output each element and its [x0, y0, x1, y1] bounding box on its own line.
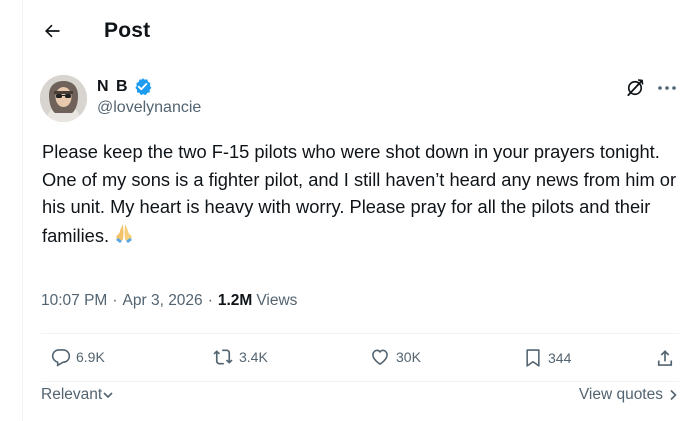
- reply-icon: [51, 349, 71, 367]
- page-title: Post: [104, 19, 151, 42]
- back-button[interactable]: [35, 14, 69, 48]
- avatar[interactable]: [40, 75, 87, 122]
- repost-count: 3.4K: [239, 349, 268, 365]
- verified-badge-icon: [135, 78, 152, 96]
- meta-separator-1: ·: [112, 292, 118, 309]
- post-paragraph-1: Please keep the two F-15 pilots who were…: [42, 141, 660, 162]
- arrow-left-icon: [45, 24, 60, 38]
- post-paragraph-2-text: One of my sons is a fighter pilot, and I…: [42, 168, 677, 246]
- sort-dropdown[interactable]: Relevant: [41, 386, 114, 404]
- divider-bottom: [41, 381, 679, 382]
- page-header: Post: [23, 0, 696, 64]
- bookmark-button[interactable]: 344: [523, 347, 571, 369]
- sort-label: Relevant: [41, 386, 103, 403]
- like-count: 30K: [396, 349, 421, 365]
- repost-icon: [213, 349, 233, 365]
- view-quotes-link[interactable]: View quotes: [579, 386, 679, 404]
- share-button[interactable]: [655, 347, 675, 369]
- author-display-name[interactable]: N B: [97, 78, 129, 96]
- grok-icon[interactable]: [624, 77, 646, 99]
- replies-toolbar: Relevant View quotes: [41, 386, 679, 408]
- post-time[interactable]: 10:07 PM: [41, 292, 107, 310]
- avatar-image: [40, 75, 87, 122]
- repost-button[interactable]: 3.4K: [212, 347, 268, 367]
- author-handle[interactable]: @lovelynancie: [97, 99, 201, 117]
- divider-top: [41, 333, 679, 334]
- action-bar: 6.9K 3.4K 30K 344: [41, 340, 679, 380]
- heart-icon: [372, 349, 388, 366]
- post-paragraph-2: One of my sons is a fighter pilot, and I…: [42, 166, 682, 250]
- reply-button[interactable]: 6.9K: [51, 347, 105, 367]
- share-icon: [657, 350, 673, 366]
- meta-separator-2: ·: [207, 292, 213, 309]
- chevron-right-icon: [670, 389, 677, 401]
- like-button[interactable]: 30K: [369, 347, 421, 367]
- chevron-down-icon: [103, 392, 113, 399]
- more-options-icon[interactable]: [656, 77, 678, 99]
- view-quotes-label: View quotes: [578, 386, 663, 403]
- praying-hands-icon: [116, 223, 133, 243]
- post-text: Please keep the two F-15 pilots who were…: [42, 138, 682, 249]
- post-detail-panel: Post N B @lovelynancie Please keep the t…: [22, 0, 696, 421]
- bookmark-icon: [526, 349, 540, 367]
- post-date[interactable]: Apr 3, 2026: [123, 292, 203, 310]
- author-name-row[interactable]: N B: [97, 77, 152, 96]
- views-label: Views: [256, 292, 298, 309]
- reply-count: 6.9K: [76, 349, 105, 365]
- bookmark-count: 344: [548, 350, 572, 366]
- post-meta: 10:07 PM · Apr 3, 2026 · 1.2M Views: [41, 292, 297, 310]
- views-count: 1.2M: [217, 292, 253, 309]
